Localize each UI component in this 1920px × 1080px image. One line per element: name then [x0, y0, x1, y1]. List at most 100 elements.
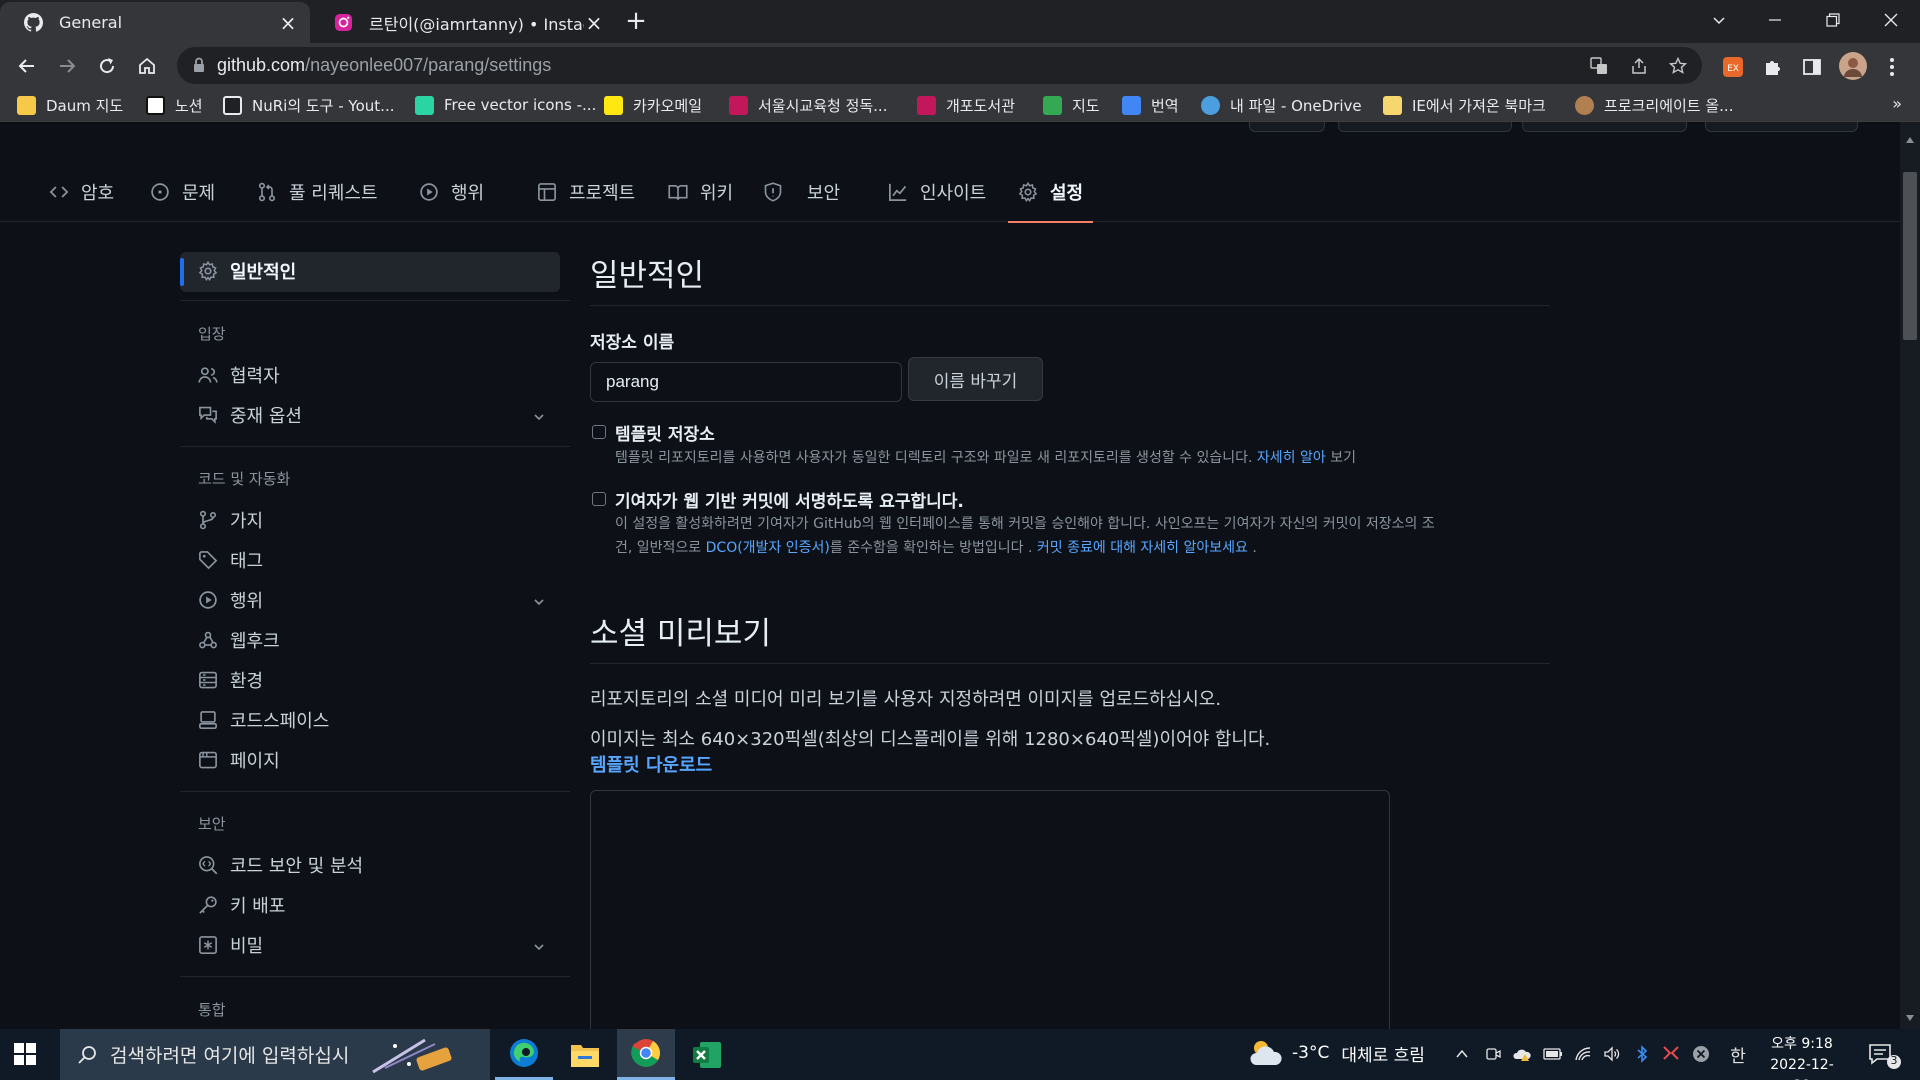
- weather-widget[interactable]: -3°C 대체로 흐림: [1248, 1037, 1425, 1069]
- sidebar-item-collaborators[interactable]: 협력자: [198, 360, 280, 390]
- scroll-down-arrow[interactable]: [1906, 1015, 1914, 1021]
- tab-projects[interactable]: 프로젝트: [537, 162, 635, 222]
- sidebar-item-secrets[interactable]: 비밀: [198, 930, 263, 960]
- tab-code[interactable]: 암호: [49, 162, 114, 222]
- chevron-down-icon[interactable]: [532, 940, 546, 954]
- bookmark-gaepo-library[interactable]: 개포도서관: [917, 94, 1015, 116]
- restore-icon[interactable]: [1806, 0, 1860, 40]
- close-tab-icon[interactable]: ×: [584, 11, 604, 35]
- sidebar-item-actions[interactable]: 행위: [198, 585, 263, 615]
- chevron-down-icon[interactable]: [532, 410, 546, 424]
- bookmark-flaticon[interactable]: Free vector icons -...: [415, 94, 596, 116]
- meet-now-icon[interactable]: [1483, 1044, 1503, 1064]
- learn-more-link[interactable]: 자세히 알아: [1257, 450, 1326, 466]
- windows-start-icon[interactable]: [14, 1043, 36, 1065]
- tab-instagram[interactable]: 르탄이(@iamrtanny) • Instagram ×: [310, 2, 616, 43]
- template-download-link[interactable]: 템플릿 다운로드: [590, 751, 712, 777]
- sidebar-item-environments[interactable]: 환경: [198, 665, 263, 695]
- bluetooth-icon[interactable]: [1632, 1044, 1652, 1064]
- ime-indicator[interactable]: 한: [1728, 1044, 1748, 1067]
- bookmark-notion[interactable]: 노션: [146, 94, 203, 116]
- sponsor-button[interactable]: [1705, 122, 1858, 132]
- sidebar-item-pages[interactable]: 페이지: [198, 745, 280, 775]
- repo-name-input[interactable]: parang: [590, 362, 902, 402]
- wifi-icon[interactable]: [1573, 1044, 1593, 1064]
- side-panel-icon[interactable]: [1801, 56, 1823, 78]
- tab-issues[interactable]: 문제: [150, 162, 215, 222]
- sidebar-item-moderation[interactable]: 중재 옵션: [198, 400, 302, 430]
- close-circle-icon[interactable]: [1691, 1044, 1711, 1064]
- bookmark-nuri[interactable]: NuRi의 도구 - Yout...: [223, 94, 394, 116]
- bookmark-google-maps[interactable]: 지도: [1043, 94, 1100, 116]
- chrome-icon[interactable]: [617, 1029, 675, 1080]
- bookmark-jeongdok-library[interactable]: 서울시교육청 정독...: [729, 94, 887, 116]
- tab-search-icon[interactable]: [1692, 0, 1746, 40]
- vertical-scrollbar[interactable]: [1900, 122, 1920, 1029]
- scroll-up-arrow[interactable]: [1906, 137, 1914, 143]
- bookmark-onedrive[interactable]: 내 파일 - OneDrive: [1201, 94, 1362, 116]
- excel-icon[interactable]: [678, 1029, 736, 1080]
- extension-ex-icon[interactable]: EX: [1722, 56, 1744, 78]
- extensions-puzzle-icon[interactable]: [1762, 56, 1784, 78]
- chevron-down-icon[interactable]: [532, 595, 546, 609]
- volume-icon[interactable]: [1602, 1044, 1622, 1064]
- sidebar-item-general-label[interactable]: 일반적인: [198, 256, 296, 286]
- dco-link[interactable]: DCO(개발자 인증서): [706, 540, 830, 556]
- rename-button[interactable]: 이름 바꾸기: [908, 357, 1043, 401]
- tab-pull-requests[interactable]: 풀 리퀘스트: [257, 162, 378, 222]
- social-preview-image-area[interactable]: [590, 790, 1390, 1050]
- translate-page-icon[interactable]: [1589, 56, 1609, 76]
- profile-avatar[interactable]: [1839, 52, 1867, 80]
- bookmark-translate[interactable]: 번역: [1122, 94, 1179, 116]
- reload-icon[interactable]: [92, 51, 122, 81]
- share-icon[interactable]: [1629, 56, 1649, 76]
- onedrive-warning-icon[interactable]: [1512, 1044, 1532, 1064]
- tab-security[interactable]: 보안: [763, 162, 840, 222]
- chrome-menu-icon[interactable]: [1881, 56, 1903, 78]
- new-tab-button[interactable]: +: [623, 8, 649, 35]
- bookmarks-overflow-button[interactable]: »: [1892, 94, 1902, 113]
- chevron-up-icon[interactable]: [1452, 1044, 1472, 1064]
- codescan-icon: [199, 856, 218, 875]
- file-explorer-icon[interactable]: [556, 1029, 614, 1080]
- forward-arrow-icon[interactable]: [52, 51, 82, 81]
- lock-icon[interactable]: [192, 57, 206, 73]
- minimize-icon[interactable]: [1748, 0, 1802, 40]
- sidebar-item-branches[interactable]: 가지: [198, 505, 263, 535]
- close-window-icon[interactable]: [1864, 0, 1918, 40]
- browser-tab-strip: General × 르탄이(@iamrtanny) • Instagram × …: [0, 0, 1920, 43]
- clock[interactable]: 오후 9:18 2022-12-31: [1762, 1034, 1842, 1080]
- star-button[interactable]: [1522, 122, 1687, 132]
- tab-general[interactable]: General ×: [0, 2, 310, 43]
- gear-icon: [1018, 182, 1038, 202]
- fork-button[interactable]: [1338, 122, 1512, 132]
- tab-insights[interactable]: 인사이트: [888, 162, 986, 222]
- close-tab-icon[interactable]: ×: [278, 11, 298, 35]
- address-bar[interactable]: github.com/nayeonlee007/parang/settings: [177, 47, 1702, 84]
- sidebar-item-webhooks[interactable]: 웹후크: [198, 625, 280, 655]
- require-signoff-checkbox[interactable]: [592, 492, 606, 506]
- app-tray-icon[interactable]: [1661, 1044, 1681, 1064]
- notification-center-icon[interactable]: 3: [1868, 1042, 1904, 1070]
- sidebar-item-tags[interactable]: 태그: [198, 545, 263, 575]
- battery-icon[interactable]: [1543, 1044, 1563, 1064]
- back-arrow-icon[interactable]: [12, 51, 42, 81]
- sidebar-item-code-security[interactable]: 코드 보안 및 분석: [198, 850, 363, 880]
- bookmark-procreate[interactable]: 프로크리에이트 올...: [1575, 94, 1733, 116]
- sidebar-item-codespaces[interactable]: 코드스페이스: [198, 705, 329, 735]
- home-icon[interactable]: [132, 51, 162, 81]
- template-repository-checkbox[interactable]: [592, 425, 606, 439]
- edge-icon[interactable]: [495, 1029, 553, 1080]
- tab-wiki[interactable]: 위키: [668, 162, 733, 222]
- signoff-learn-more-link[interactable]: 커밋 종료에 대해 자세히 알아보세요: [1037, 540, 1248, 556]
- bookmark-ie-folder[interactable]: IE에서 가져온 북마크: [1383, 94, 1546, 116]
- bookmark-kakaomail[interactable]: 카카오메일: [604, 94, 702, 116]
- sidebar-item-deploy-keys[interactable]: 키 배포: [198, 890, 285, 920]
- taskbar-search-box[interactable]: 검색하려면 여기에 입력하십시: [60, 1029, 490, 1080]
- bookmark-daum-map[interactable]: Daum 지도: [17, 94, 123, 116]
- tab-settings[interactable]: 설정: [1008, 162, 1094, 223]
- bookmark-star-icon[interactable]: [1668, 56, 1688, 76]
- tab-actions[interactable]: 행위: [419, 162, 484, 222]
- watch-button[interactable]: [1249, 122, 1325, 132]
- scrollbar-thumb[interactable]: [1903, 172, 1917, 340]
